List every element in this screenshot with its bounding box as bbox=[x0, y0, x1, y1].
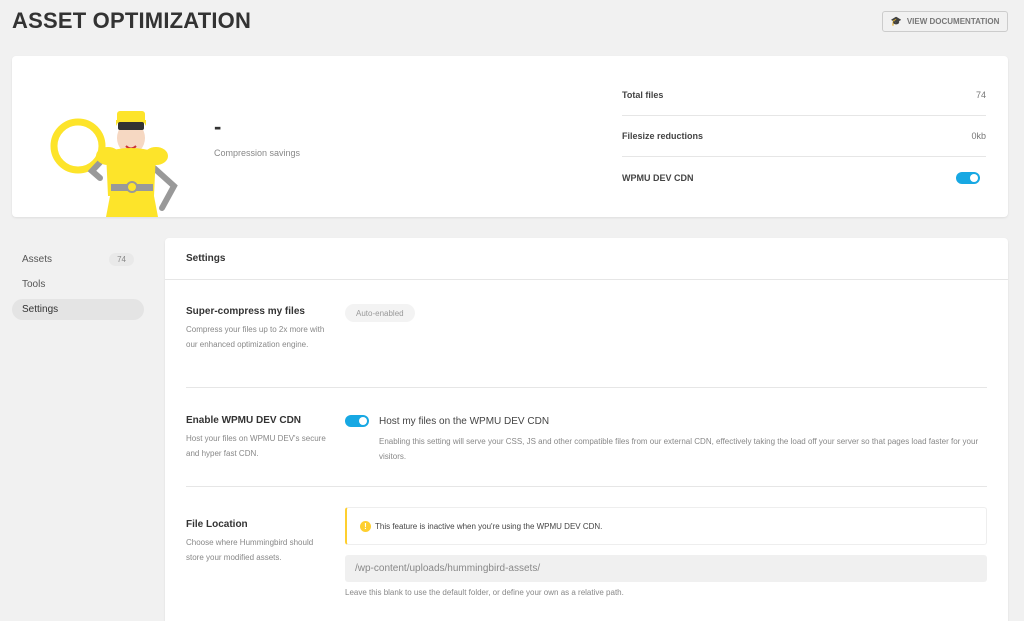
sidebar-nav: Assets 74 Tools Settings bbox=[12, 249, 144, 324]
host-on-cdn-label: Host my files on the WPMU DEV CDN bbox=[379, 415, 550, 427]
enable-cdn-title: Enable WPMU DEV CDN bbox=[186, 415, 302, 426]
file-location-description: Choose where Hummingbird should store yo… bbox=[186, 538, 314, 562]
stat-value: 74 bbox=[975, 90, 986, 100]
sidebar-item-tools[interactable]: Tools bbox=[12, 274, 144, 295]
section-divider bbox=[186, 387, 987, 388]
sidebar-item-label: Assets bbox=[22, 254, 53, 265]
stat-wpmu-dev-cdn: WPMU DEV CDN bbox=[622, 157, 986, 198]
notice-text: This feature is inactive when you're usi… bbox=[375, 521, 603, 531]
auto-enabled-badge: Auto-enabled bbox=[345, 304, 415, 322]
sidebar-item-settings[interactable]: Settings bbox=[12, 299, 144, 320]
stat-label: Total files bbox=[622, 90, 664, 100]
cdn-toggle-row: Host my files on the WPMU DEV CDN bbox=[345, 415, 549, 427]
sidebar-item-label: Tools bbox=[22, 279, 46, 290]
cdn-explanation: Enabling this setting will serve your CS… bbox=[379, 437, 979, 461]
settings-card: Settings Super-compress my files Compres… bbox=[165, 238, 1008, 621]
compression-savings-value: - bbox=[214, 114, 222, 139]
section-divider bbox=[186, 486, 987, 487]
sidebar-item-assets[interactable]: Assets 74 bbox=[12, 249, 144, 270]
settings-card-title: Settings bbox=[165, 238, 1008, 280]
cdn-status-toggle[interactable] bbox=[956, 171, 980, 184]
host-on-cdn-toggle[interactable] bbox=[345, 415, 369, 427]
view-documentation-button[interactable]: 🎓 VIEW DOCUMENTATION bbox=[882, 11, 1008, 32]
hummingbird-hero-illustration bbox=[50, 111, 178, 217]
enable-cdn-description: Host your files on WPMU DEV's secure and… bbox=[186, 434, 326, 458]
super-compress-description: Compress your files up to 2x more with o… bbox=[186, 325, 325, 349]
cdn-inactive-notice: ! This feature is inactive when you're u… bbox=[345, 507, 987, 545]
stat-filesize-reductions: Filesize reductions 0kb bbox=[622, 116, 986, 157]
page-title: ASSET OPTIMIZATION bbox=[12, 8, 252, 33]
view-documentation-label: VIEW DOCUMENTATION bbox=[906, 17, 1000, 26]
stat-label: WPMU DEV CDN bbox=[622, 172, 694, 183]
file-location-title: File Location bbox=[186, 519, 248, 530]
compression-savings-label: Compression savings bbox=[214, 148, 301, 158]
sidebar-item-label: Settings bbox=[22, 304, 59, 315]
stat-label: Filesize reductions bbox=[622, 131, 704, 141]
graduation-cap-icon: 🎓 bbox=[890, 16, 902, 26]
stat-value: 0kb bbox=[971, 131, 986, 141]
file-location-help: Leave this blank to use the default fold… bbox=[345, 588, 624, 597]
summary-stats: Total files 74 Filesize reductions 0kb W… bbox=[622, 75, 986, 198]
file-location-input[interactable] bbox=[345, 555, 987, 582]
assets-count-badge: 74 bbox=[109, 253, 134, 266]
stat-total-files: Total files 74 bbox=[622, 75, 986, 116]
warning-icon: ! bbox=[360, 520, 371, 532]
super-compress-title: Super-compress my files bbox=[186, 306, 305, 317]
summary-card: - Compression savings Total files 74 Fil… bbox=[12, 56, 1008, 217]
